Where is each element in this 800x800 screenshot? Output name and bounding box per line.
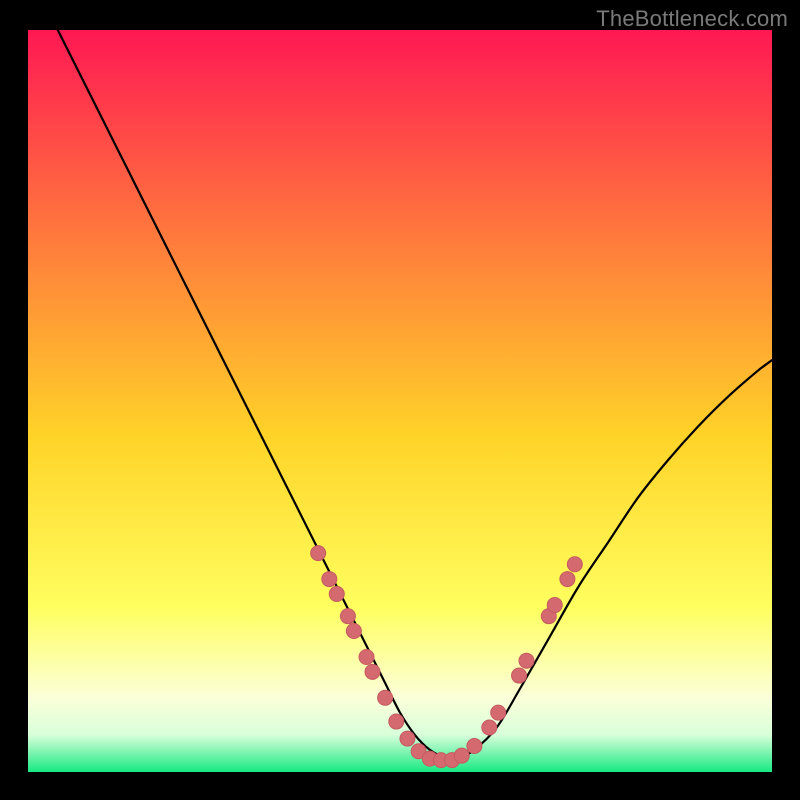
- data-marker: [365, 664, 380, 679]
- data-marker: [400, 731, 415, 746]
- data-marker: [359, 649, 374, 664]
- data-marker: [519, 653, 534, 668]
- bottleneck-plot: [28, 30, 772, 772]
- data-marker: [512, 668, 527, 683]
- data-marker: [340, 609, 355, 624]
- data-marker: [378, 690, 393, 705]
- data-marker: [567, 557, 582, 572]
- data-marker: [454, 748, 469, 763]
- chart-frame: TheBottleneck.com: [0, 0, 800, 800]
- watermark-text: TheBottleneck.com: [596, 6, 788, 32]
- data-marker: [311, 546, 326, 561]
- data-marker: [329, 586, 344, 601]
- plot-svg: [28, 30, 772, 772]
- data-marker: [322, 572, 337, 587]
- data-marker: [467, 739, 482, 754]
- data-marker: [491, 705, 506, 720]
- data-marker: [482, 720, 497, 735]
- data-marker: [560, 572, 575, 587]
- gradient-background: [28, 30, 772, 772]
- data-marker: [547, 598, 562, 613]
- data-marker: [346, 624, 361, 639]
- data-marker: [389, 714, 404, 729]
